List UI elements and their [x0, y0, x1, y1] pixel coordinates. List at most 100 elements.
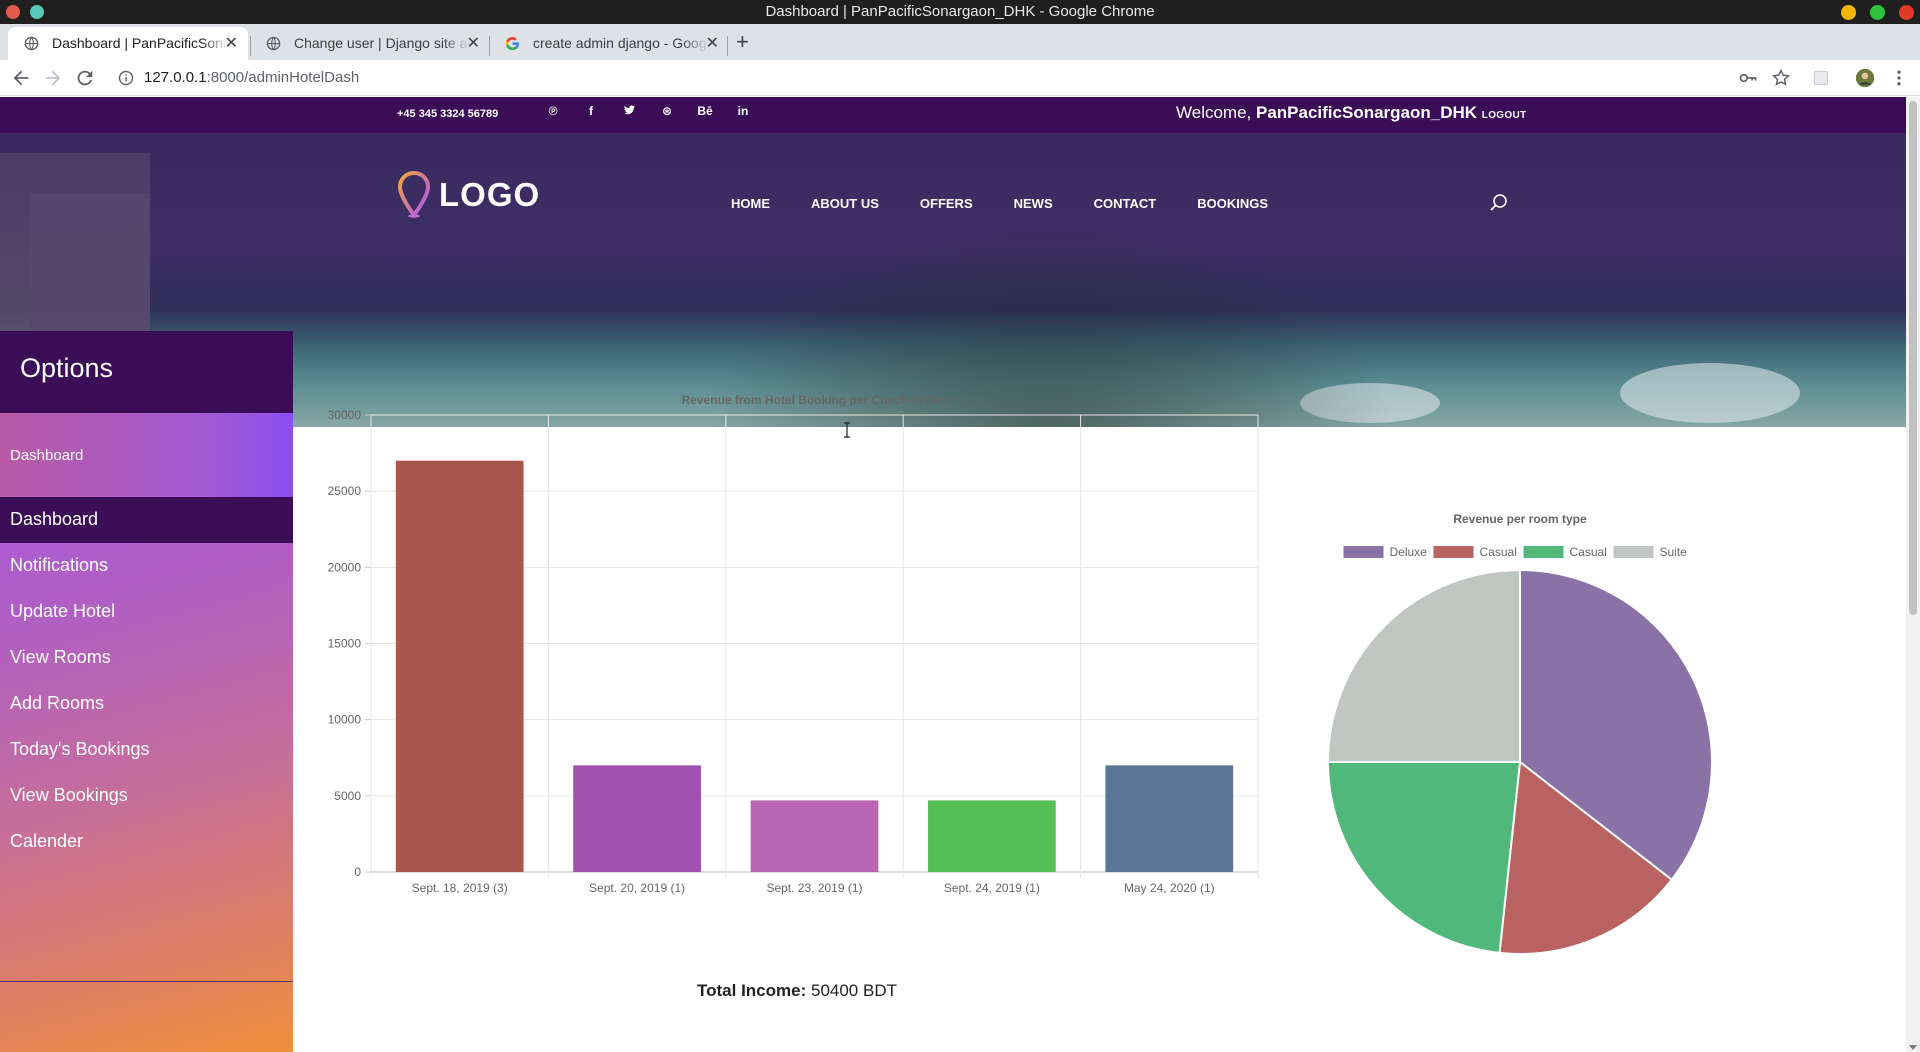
bar	[573, 765, 701, 872]
legend-swatch	[1343, 546, 1384, 558]
url-path: :8000/adminHotelDash	[206, 69, 360, 86]
nav-home[interactable]: HOME	[731, 196, 770, 211]
globe-icon	[266, 36, 281, 51]
facebook-icon[interactable]: f	[572, 104, 610, 118]
phone-number: +45 345 3324 56789	[397, 108, 499, 120]
y-tick-label: 15000	[328, 637, 362, 651]
new-tab-button[interactable]: +	[736, 28, 749, 56]
chart-title: Revenue from Hotel Booking per Check-in …	[681, 393, 947, 407]
extension-icon[interactable]	[1811, 68, 1831, 88]
tab-label: Dashboard | PanPacificSonargaon_DHK	[52, 35, 228, 51]
tab-google-search[interactable]: create admin django - Google Search ✕	[489, 27, 729, 60]
sidebar-title: Options	[0, 331, 293, 413]
social-links: ℗ f ⊛ Bē in	[534, 104, 762, 118]
welcome-message: Welcome, PanPacificSonargaon_DHK LOGOUT	[1176, 103, 1526, 123]
username: PanPacificSonargaon_DHK	[1256, 103, 1478, 122]
x-tick-label: May 24, 2020 (1)	[1124, 881, 1215, 895]
sidebar-section-dashboard[interactable]: Dashboard	[0, 413, 293, 497]
y-tick-label: 30000	[328, 408, 362, 422]
sidebar-item-update-hotel[interactable]: Update Hotel	[0, 589, 293, 635]
x-tick-label: Sept. 23, 2019 (1)	[766, 881, 862, 895]
sidebar-divider	[0, 981, 293, 982]
nav-about-us[interactable]: ABOUT US	[811, 196, 879, 211]
bar	[395, 460, 524, 872]
sidebar-item-view-rooms[interactable]: View Rooms	[0, 635, 293, 681]
chrome-app-icon	[6, 5, 20, 19]
linkedin-icon[interactable]: in	[724, 104, 762, 118]
sidebar-item-add-rooms[interactable]: Add Rooms	[0, 681, 293, 727]
back-arrow-icon[interactable]	[10, 67, 32, 89]
tab-separator	[727, 36, 728, 56]
logout-link[interactable]: LOGOUT	[1482, 110, 1527, 121]
sidebar-item-notifications[interactable]: Notifications	[0, 543, 293, 589]
app-indicators	[6, 5, 44, 19]
logo-text: LOGO	[439, 176, 541, 213]
welcome-prefix: Welcome,	[1176, 103, 1252, 122]
tab-label: create admin django - Google Search	[533, 35, 709, 51]
pie-slice	[1326, 568, 1521, 763]
revenue-bar-chart: Revenue from Hotel Booking per Check-in …	[328, 393, 1259, 895]
sidebar-item-dashboard[interactable]: Dashboard	[0, 497, 293, 543]
y-tick-label: 0	[354, 865, 361, 879]
profile-avatar[interactable]	[1855, 68, 1875, 88]
minimize-button[interactable]	[1841, 5, 1856, 20]
nav-news[interactable]: NEWS	[1014, 196, 1053, 211]
legend-swatch	[1433, 546, 1474, 558]
y-tick-label: 25000	[328, 484, 362, 498]
y-tick-label: 5000	[334, 789, 361, 803]
behance-icon[interactable]: Bē	[686, 104, 724, 118]
globe-icon	[24, 36, 39, 51]
star-icon[interactable]	[1771, 68, 1791, 88]
nav-contact[interactable]: CONTACT	[1094, 196, 1157, 211]
page-viewport: +45 345 3324 56789 ℗ f ⊛ Bē in Welcome, …	[0, 97, 1906, 1052]
legend-swatch	[1613, 546, 1654, 558]
key-icon[interactable]	[1738, 68, 1758, 88]
url-text: 127.0.0.1:8000/adminHotelDash	[144, 64, 359, 92]
reload-icon[interactable]	[74, 67, 96, 89]
info-icon[interactable]	[118, 70, 134, 86]
tab-label: Change user | Django site admin	[294, 35, 470, 51]
bar	[750, 800, 879, 872]
dribbble-icon[interactable]: ⊛	[648, 104, 686, 118]
page-scrollbar[interactable]	[1906, 97, 1920, 1052]
menu-dots-icon[interactable]	[1889, 68, 1909, 88]
y-tick-label: 20000	[328, 560, 362, 574]
close-icon[interactable]: ✕	[706, 27, 719, 60]
room-type-pie-chart: Revenue per room type Deluxe Casual Casual S…	[1326, 512, 1713, 955]
scrollbar-thumb[interactable]	[1909, 101, 1917, 615]
pie-slice	[1326, 761, 1522, 955]
total-income: Total Income: 50400 BDT	[697, 981, 897, 1001]
twitter-icon[interactable]	[610, 104, 648, 118]
x-tick-label: Sept. 20, 2019 (1)	[589, 881, 685, 895]
bar	[928, 800, 1056, 872]
window-titlebar: Dashboard | PanPacificSonargaon_DHK - Go…	[0, 0, 1920, 24]
maximize-button[interactable]	[1870, 5, 1885, 20]
site-logo[interactable]: LOGO	[397, 171, 540, 219]
close-icon[interactable]: ✕	[467, 27, 480, 60]
window-title: Dashboard | PanPacificSonargaon_DHK - Go…	[765, 3, 1155, 20]
sidebar-item-calender[interactable]: Calender	[0, 819, 293, 865]
nav-bookings[interactable]: BOOKINGS	[1197, 196, 1268, 211]
close-icon[interactable]: ✕	[225, 27, 238, 60]
scroll-down-arrow[interactable]	[1909, 1045, 1917, 1050]
sidebar-item-todays-bookings[interactable]: Today's Bookings	[0, 727, 293, 773]
map-pin-icon	[397, 171, 431, 219]
tab-dashboard[interactable]: Dashboard | PanPacificSonargaon_DHK ✕	[8, 27, 248, 60]
sidebar: Options Dashboard Dashboard Notification…	[0, 331, 293, 1052]
pinterest-icon[interactable]: ℗	[534, 104, 572, 118]
address-bar[interactable]: 127.0.0.1:8000/adminHotelDash	[112, 64, 1782, 92]
google-icon	[505, 36, 520, 51]
app-icon	[30, 5, 44, 19]
sidebar-item-view-bookings[interactable]: View Bookings	[0, 773, 293, 819]
legend-label: Suite	[1660, 545, 1688, 559]
close-window-button[interactable]	[1899, 5, 1914, 20]
main-nav: HOME ABOUT US OFFERS NEWS CONTACT BOOKIN…	[731, 196, 1309, 211]
tab-django-admin[interactable]: Change user | Django site admin ✕	[250, 27, 490, 60]
search-icon[interactable]	[1489, 193, 1509, 213]
forward-arrow-icon[interactable]	[42, 67, 64, 89]
nav-offers[interactable]: OFFERS	[920, 196, 973, 211]
tab-strip: Dashboard | PanPacificSonargaon_DHK ✕ Ch…	[0, 24, 1920, 60]
legend-label: Casual	[1480, 545, 1517, 559]
window-controls	[1841, 5, 1914, 20]
legend-label: Casual	[1570, 545, 1607, 559]
